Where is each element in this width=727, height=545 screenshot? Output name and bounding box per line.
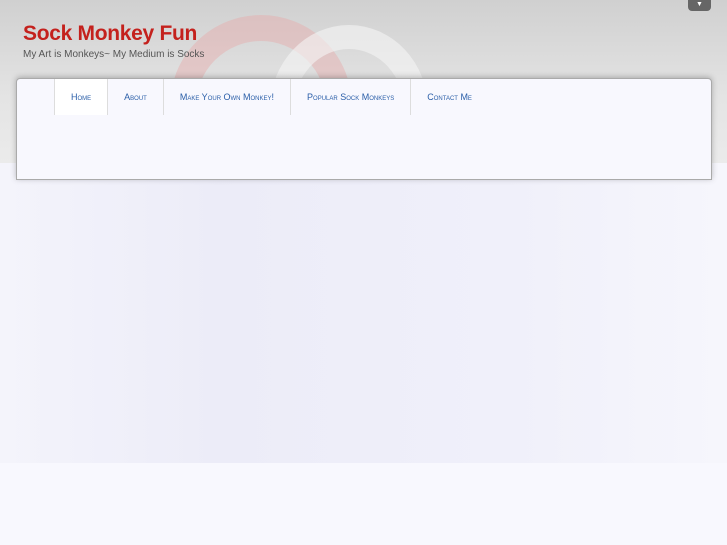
main-content — [0, 163, 727, 463]
chevron-down-icon: ▼ — [696, 1, 703, 8]
site-tagline: My Art is Monkeys~ My Medium is Socks — [23, 49, 205, 60]
nav-popular-sock-monkeys[interactable]: Popular Sock Monkeys — [291, 79, 412, 115]
main-nav: Home About Make Your Own Monkey! Popular… — [54, 79, 488, 115]
nav-panel: Home About Make Your Own Monkey! Popular… — [16, 78, 712, 180]
nav-about[interactable]: About — [108, 79, 164, 115]
nav-contact-me[interactable]: Contact Me — [411, 79, 488, 115]
nav-home[interactable]: Home — [54, 79, 109, 115]
site-title[interactable]: Sock Monkey Fun — [23, 22, 197, 46]
header-toggle-button[interactable]: ▼ — [688, 0, 711, 11]
nav-make-your-own-monkey[interactable]: Make Your Own Monkey! — [164, 79, 292, 115]
